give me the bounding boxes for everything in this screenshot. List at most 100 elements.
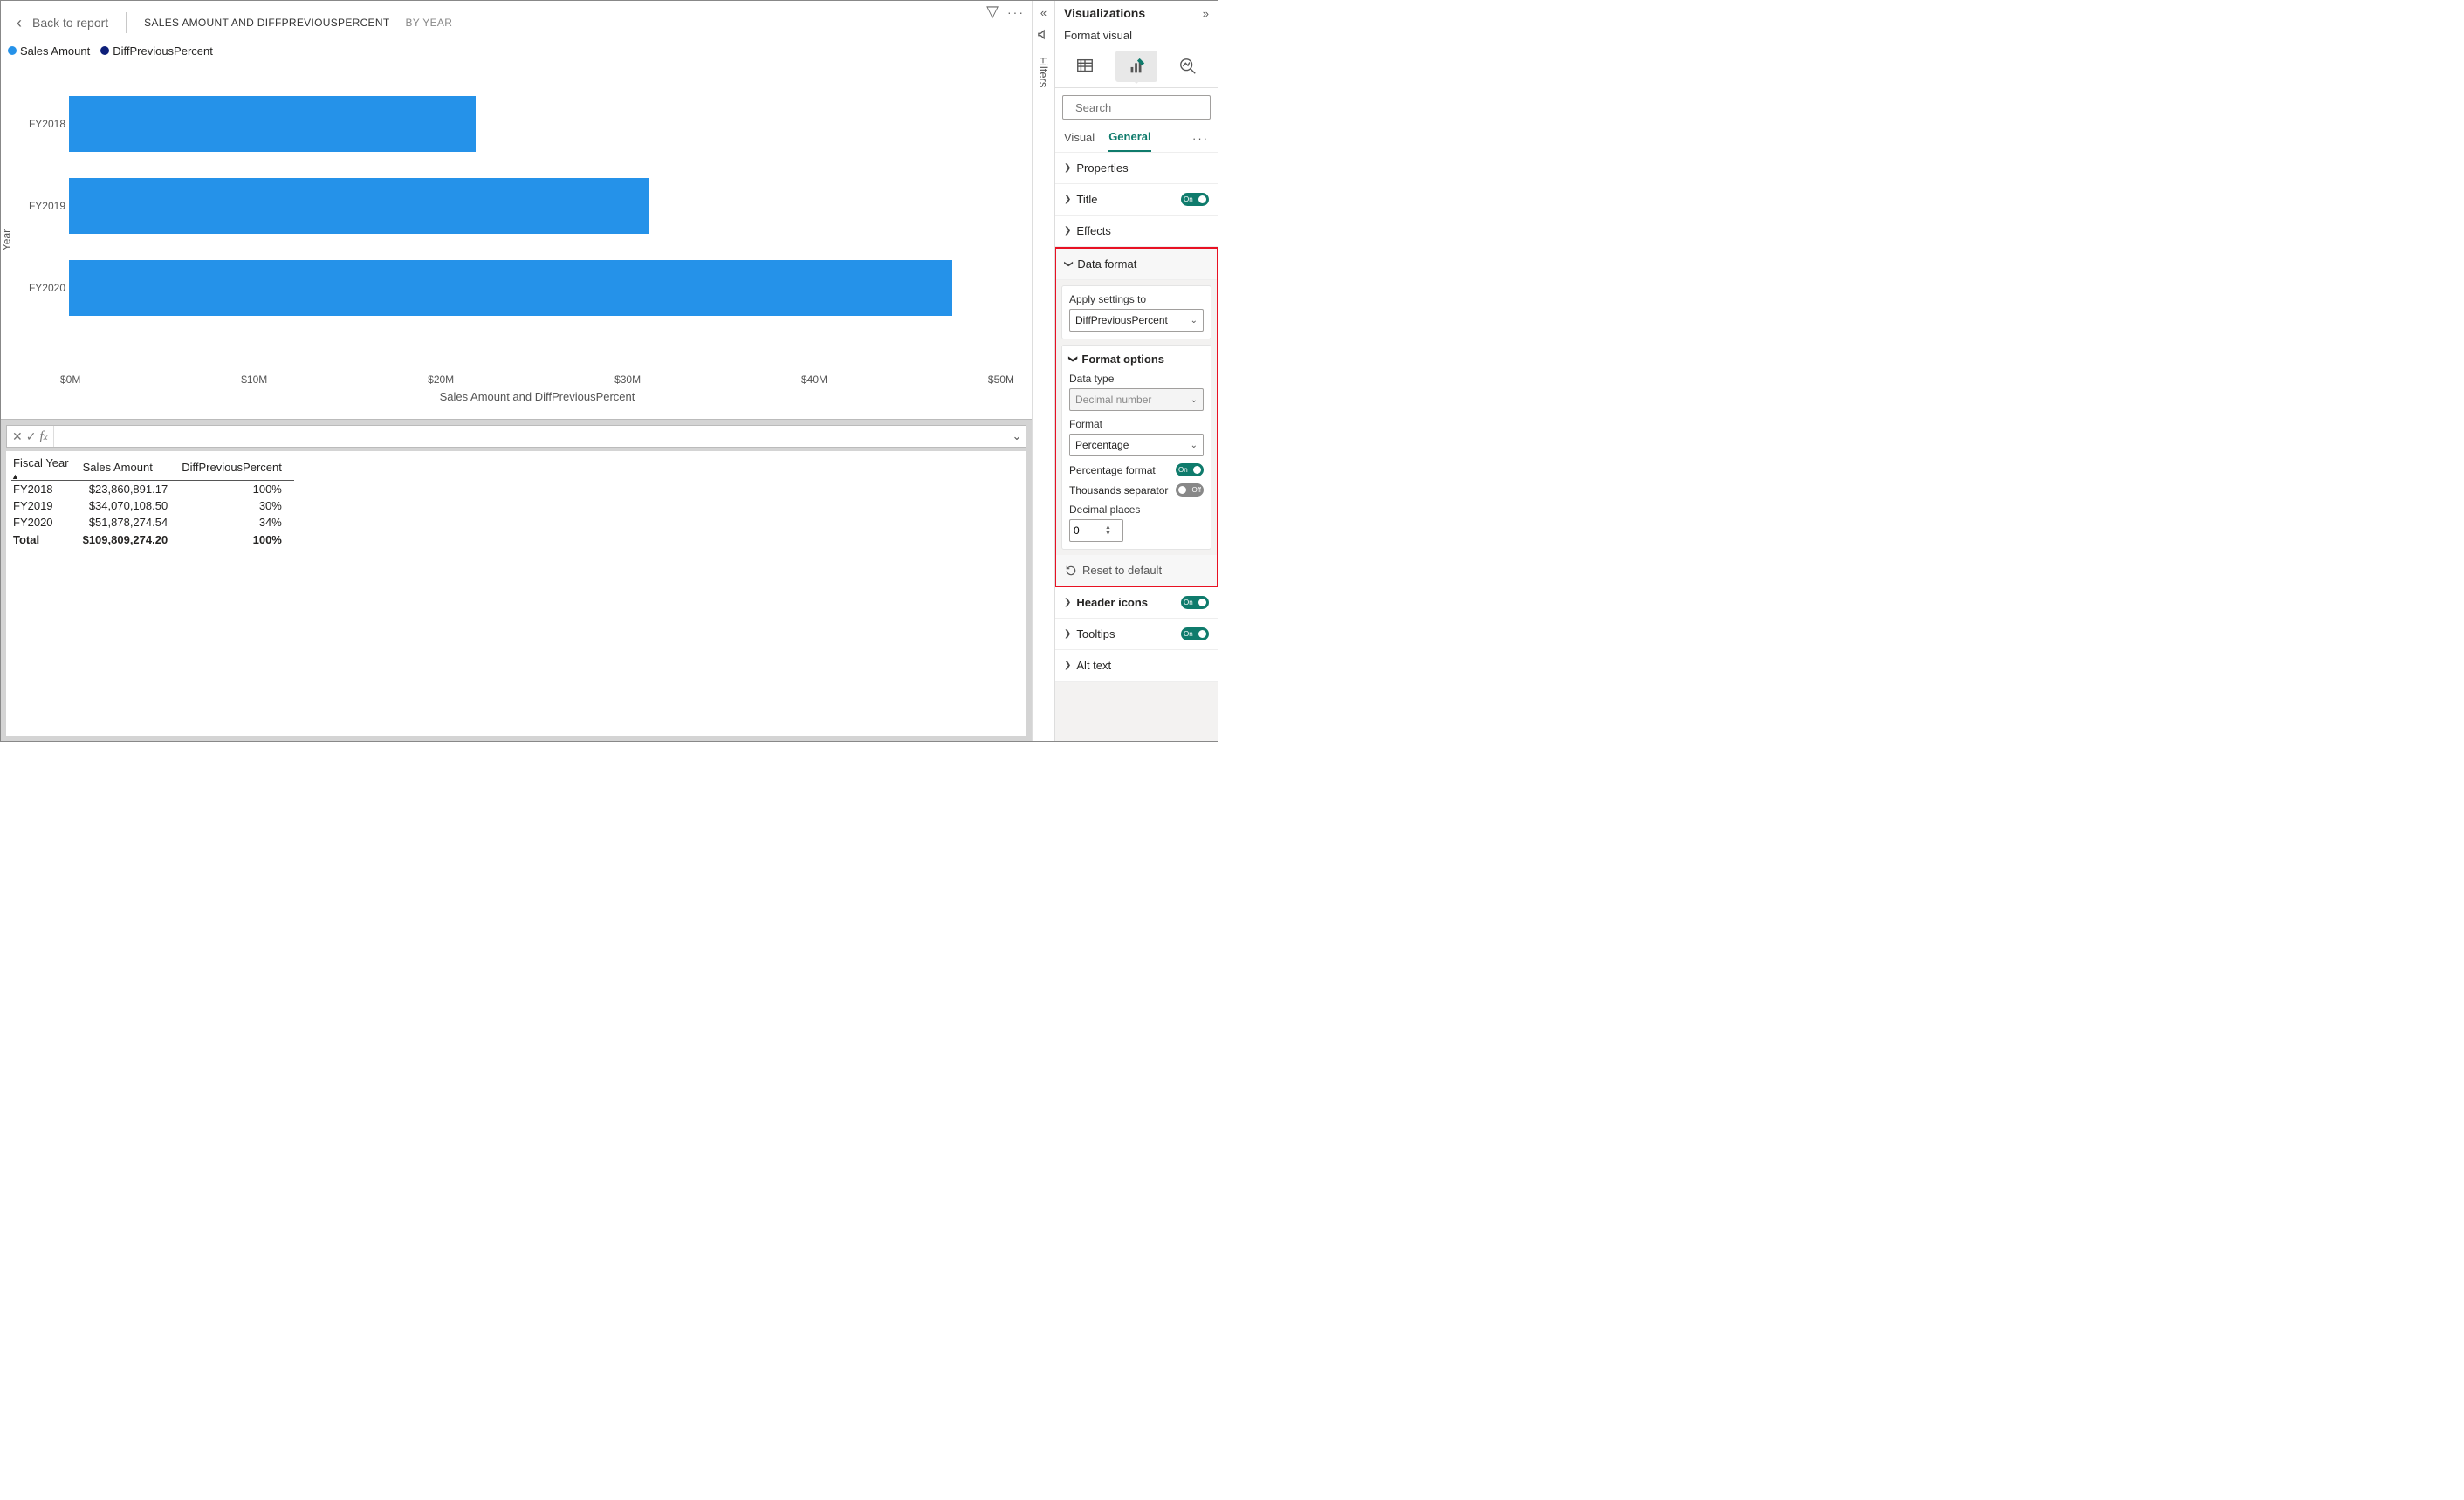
expand-panel-icon[interactable]: » [1203,7,1209,20]
section-alt-text[interactable]: ❯Alt text [1055,650,1218,682]
chevron-down-icon: ⌄ [1191,395,1198,405]
y-axis-label: Year [0,229,12,250]
filter-icon[interactable]: ▽ [986,3,999,21]
spin-up-icon[interactable]: ▲ [1105,524,1111,531]
table-row[interactable]: FY2018$23,860,891.17100% [11,481,294,498]
format-tabs: Visual General ··· [1055,125,1218,153]
formula-input[interactable] [53,426,1008,447]
apply-settings-card: Apply settings to DiffPreviousPercent⌄ [1061,285,1211,339]
x-tick: $40M [801,373,827,386]
legend-dot-sales [8,46,17,55]
decimal-places-label: Decimal places [1069,503,1204,516]
section-header-icons[interactable]: ❯Header icons [1055,587,1218,619]
y-tick-fy2020: FY2020 [22,282,65,294]
commit-formula-icon[interactable]: ✓ [26,429,37,444]
header-icons-toggle[interactable] [1181,596,1209,609]
visualizations-panel: Visualizations » Format visual Visual Ge… [1054,1,1218,741]
panel-subtitle: Format visual [1055,25,1218,45]
formula-bar: ✕ ✓ fx ⌄ [6,425,1026,448]
panel-title: Visualizations [1064,6,1145,20]
chevron-right-icon: ❯ [1064,226,1071,236]
chevron-right-icon: ❯ [1064,598,1071,607]
decimal-places-input[interactable] [1070,524,1102,537]
sort-asc-icon: ▲ [11,472,19,481]
search-field[interactable] [1074,100,1218,115]
breadcrumb: ‹ Back to report SALES AMOUNT AND DIFFPR… [1,1,1032,45]
report-canvas: ▽ ··· ‹ Back to report SALES AMOUNT AND … [1,1,1032,741]
more-icon[interactable]: ··· [1007,5,1025,19]
filters-pane-collapsed: « Filters [1032,1,1054,741]
cancel-formula-icon[interactable]: ✕ [12,429,23,444]
x-tick: $0M [60,373,80,386]
format-options-header[interactable]: ❯ Format options [1069,353,1204,366]
apply-settings-label: Apply settings to [1069,293,1204,305]
col-sales-amount[interactable]: Sales Amount [81,455,181,481]
tab-general[interactable]: General [1108,125,1150,152]
section-data-format[interactable]: ❯Data format [1056,249,1217,280]
section-properties[interactable]: ❯Properties [1055,153,1218,184]
legend-dot-diff [100,46,109,55]
chevron-down-icon: ⌄ [1191,441,1198,450]
data-type-label: Data type [1069,373,1204,385]
format-dropdown[interactable]: Percentage⌄ [1069,434,1204,456]
chevron-right-icon: ❯ [1064,195,1071,204]
data-type-dropdown[interactable]: Decimal number⌄ [1069,388,1204,411]
announce-icon[interactable] [1037,28,1050,45]
back-arrow-icon[interactable]: ‹ [17,14,22,32]
bar-fy2018[interactable] [69,96,476,152]
spin-down-icon[interactable]: ▼ [1105,531,1111,537]
fx-icon[interactable]: fx [39,429,47,444]
formula-dropdown-icon[interactable]: ⌄ [1008,429,1026,443]
highlighted-section: ❯Data format Apply settings to DiffPrevi… [1054,247,1218,587]
chevron-down-icon: ❯ [1068,355,1078,362]
search-input[interactable] [1062,95,1211,120]
table-row[interactable]: FY2020$51,878,274.5434% [11,514,294,531]
x-tick: $30M [614,373,641,386]
plot-area: FY2018 FY2019 FY2020 $0M $10M $20M $30M … [69,70,1006,366]
format-label: Format [1069,418,1204,430]
chevron-right-icon: ❯ [1064,661,1071,670]
chevron-down-icon: ❯ [1064,260,1074,267]
percentage-format-toggle[interactable] [1176,463,1204,476]
x-tick: $50M [988,373,1014,386]
table-total-row: Total$109,809,274.20100% [11,531,294,549]
tab-visual[interactable]: Visual [1064,126,1095,151]
decimal-places-spinner[interactable]: ▲▼ [1069,519,1123,542]
filters-label[interactable]: Filters [1037,57,1050,87]
section-tooltips[interactable]: ❯Tooltips [1055,619,1218,650]
tab-more-icon[interactable]: ··· [1192,132,1209,145]
thousands-sep-toggle[interactable] [1176,483,1204,497]
data-table: Fiscal Year▲ Sales Amount DiffPreviousPe… [11,455,294,548]
section-title[interactable]: ❯Title [1055,184,1218,216]
section-effects[interactable]: ❯Effects [1055,216,1218,247]
analytics-tab[interactable] [1167,51,1209,82]
x-tick: $20M [428,373,454,386]
chevron-down-icon: ⌄ [1191,316,1198,325]
chart-legend: Sales Amount DiffPreviousPercent [1,45,1032,61]
back-link[interactable]: Back to report [32,16,108,30]
bar-fy2019[interactable] [69,178,649,234]
format-options-card: ❯ Format options Data type Decimal numbe… [1061,345,1211,550]
legend-label-diff: DiffPreviousPercent [113,45,213,58]
col-fiscal-year[interactable]: Fiscal Year▲ [11,455,81,481]
format-mode-switcher [1055,45,1218,88]
bar-chart[interactable]: Year FY2018 FY2019 FY2020 $0M $10M $20M … [1,61,1032,419]
y-tick-fy2018: FY2018 [22,118,65,130]
reset-to-default[interactable]: Reset to default [1056,555,1217,586]
chevron-right-icon: ❯ [1064,629,1071,639]
chevron-right-icon: ❯ [1064,163,1071,173]
apply-settings-dropdown[interactable]: DiffPreviousPercent⌄ [1069,309,1204,332]
title-toggle[interactable] [1181,193,1209,206]
data-view-pane: ✕ ✓ fx ⌄ Fiscal Year▲ Sales Amount DiffP… [1,419,1032,741]
tooltips-toggle[interactable] [1181,627,1209,640]
format-visual-tab[interactable] [1115,51,1157,82]
bar-fy2020[interactable] [69,260,952,316]
percentage-format-label: Percentage format [1069,464,1156,476]
col-diff-prev[interactable]: DiffPreviousPercent [180,455,294,481]
visual-title: SALES AMOUNT AND DIFFPREVIOUSPERCENT [144,17,389,29]
expand-filters-icon[interactable]: « [1040,6,1047,19]
build-visual-tab[interactable] [1064,51,1106,82]
visual-subtitle: BY YEAR [405,17,452,29]
table-row[interactable]: FY2019$34,070,108.5030% [11,497,294,514]
reset-icon [1065,565,1077,577]
